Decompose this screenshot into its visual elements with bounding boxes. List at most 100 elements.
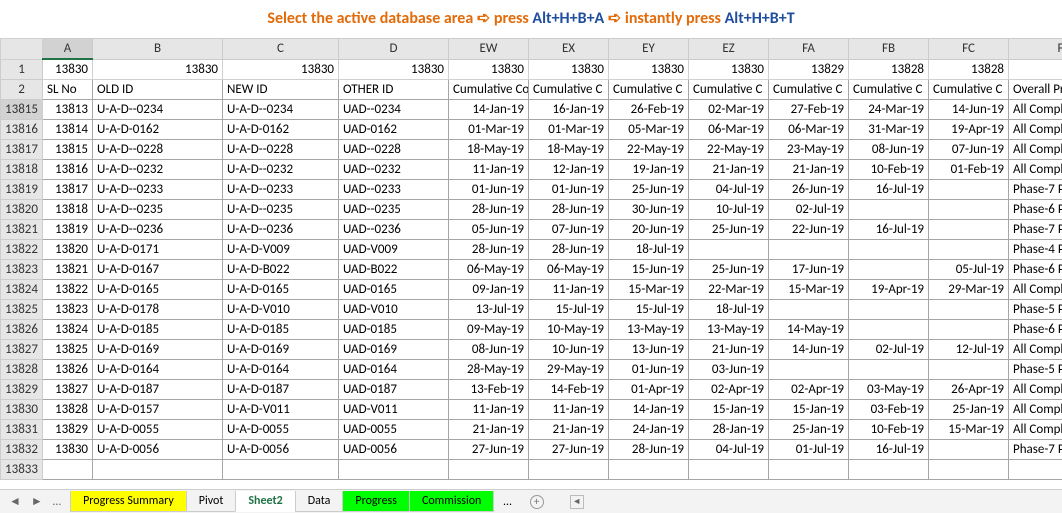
cell[interactable]: UAD-V009	[339, 240, 449, 260]
cell[interactable]: 06-May-19	[449, 260, 529, 280]
cell[interactable]: 13828	[43, 400, 93, 420]
cell[interactable]: 13815	[43, 140, 93, 160]
cell[interactable]: 11-Jan-19	[529, 280, 609, 300]
cell[interactable]: 14-May-19	[769, 320, 849, 340]
row-header[interactable]: 13819	[1, 180, 43, 200]
cell[interactable]	[43, 460, 93, 480]
cell[interactable]: 18-Jul-19	[609, 240, 689, 260]
cell[interactable]: 01-Mar-19	[449, 120, 529, 140]
cell[interactable]: U-A-D-0185	[93, 320, 223, 340]
cell[interactable]: 28-Jun-19	[609, 440, 689, 460]
cell[interactable]: 24-Mar-19	[849, 100, 929, 120]
cell[interactable]: 10-May-19	[529, 320, 609, 340]
cell[interactable]: 15-Mar-19	[929, 420, 1009, 440]
column-header[interactable]: B	[93, 39, 223, 60]
cell[interactable]: 25-Jun-19	[689, 260, 769, 280]
sheet-tab[interactable]: Data	[295, 491, 344, 512]
cell[interactable]: 05-Jul-19	[929, 260, 1009, 280]
cell[interactable]: Phase-4 Pending	[1009, 240, 1062, 260]
cell[interactable]: U-A-D--0228	[93, 140, 223, 160]
cell[interactable]: 03-Feb-19	[849, 400, 929, 420]
column-label-cell[interactable]: Cumulative C	[529, 80, 609, 100]
cell[interactable]: U-A-D-0185	[223, 320, 339, 340]
tab-nav-next-icon[interactable]: ►	[28, 494, 46, 509]
cell[interactable]	[929, 320, 1009, 340]
cell[interactable]: UAD-0187	[339, 380, 449, 400]
cell[interactable]: 01-Jul-19	[769, 440, 849, 460]
cell[interactable]: 01-Apr-19	[609, 380, 689, 400]
cell[interactable]: 05-Mar-19	[609, 120, 689, 140]
cell[interactable]: 25-Jan-19	[929, 400, 1009, 420]
cell[interactable]	[769, 460, 849, 480]
cell[interactable]	[929, 300, 1009, 320]
cell[interactable]: 21-Jan-19	[769, 160, 849, 180]
cell[interactable]: U-A-D--0232	[93, 160, 223, 180]
cell[interactable]: U-A-D--0233	[223, 180, 339, 200]
cell[interactable]	[929, 440, 1009, 460]
cell[interactable]: 19-Jan-19	[609, 160, 689, 180]
column-label-cell[interactable]: NEW ID	[223, 80, 339, 100]
cell[interactable]: 31-Mar-19	[849, 120, 929, 140]
cell[interactable]: UAD--0234	[339, 100, 449, 120]
sheet-tab[interactable]: Progress	[342, 491, 410, 512]
cell[interactable]: 13821	[43, 260, 93, 280]
cell[interactable]: 13-May-19	[689, 320, 769, 340]
cell[interactable]: 13824	[43, 320, 93, 340]
cell[interactable]: All Completed	[1009, 140, 1062, 160]
column-label-cell[interactable]: Cumulative C	[929, 80, 1009, 100]
cell[interactable]: 13830	[689, 59, 769, 80]
cell[interactable]: U-A-D-0157	[93, 400, 223, 420]
cell[interactable]: 26-Jun-19	[769, 180, 849, 200]
cell[interactable]	[689, 460, 769, 480]
row-header[interactable]: 13816	[1, 120, 43, 140]
column-label-cell[interactable]: OTHER ID	[339, 80, 449, 100]
cell[interactable]: 10-Feb-19	[849, 420, 929, 440]
cell[interactable]: 18-Jul-19	[689, 300, 769, 320]
row-header[interactable]: 13821	[1, 220, 43, 240]
row-header[interactable]: 13818	[1, 160, 43, 180]
cell[interactable]: 13830	[1009, 59, 1062, 80]
cell[interactable]: 07-Jun-19	[529, 220, 609, 240]
cell[interactable]: UAD-B022	[339, 260, 449, 280]
cell[interactable]: 15-Jun-19	[609, 260, 689, 280]
cell[interactable]	[849, 200, 929, 220]
cell[interactable]: 29-Mar-19	[929, 280, 1009, 300]
cell[interactable]: 14-Jan-19	[609, 400, 689, 420]
cell[interactable]: 01-Jun-19	[529, 180, 609, 200]
cell[interactable]: U-A-D-V010	[223, 300, 339, 320]
cell[interactable]: Phase-5 Pending	[1009, 300, 1062, 320]
cell[interactable]: 13-Feb-19	[449, 380, 529, 400]
cell[interactable]: U-A-D--0235	[93, 200, 223, 220]
column-label-cell[interactable]: Cumulative Co	[449, 80, 529, 100]
cell[interactable]: 25-Jan-19	[769, 420, 849, 440]
column-label-cell[interactable]: OLD ID	[93, 80, 223, 100]
cell[interactable]: All Completed	[1009, 340, 1062, 360]
cell[interactable]: 27-Jun-19	[529, 440, 609, 460]
cell[interactable]: Phase-7 Pending	[1009, 220, 1062, 240]
cell[interactable]: U-A-D-0055	[93, 420, 223, 440]
cell[interactable]: U-A-D--0235	[223, 200, 339, 220]
cell[interactable]: 06-Mar-19	[769, 120, 849, 140]
cell[interactable]: 06-Mar-19	[689, 120, 769, 140]
cell[interactable]: 09-Jan-19	[449, 280, 529, 300]
cell[interactable]: 13825	[43, 340, 93, 360]
cell[interactable]: 13827	[43, 380, 93, 400]
column-header[interactable]: EW	[449, 39, 529, 60]
cell[interactable]: U-A-D-0187	[223, 380, 339, 400]
cell[interactable]: 10-Feb-19	[849, 160, 929, 180]
cell[interactable]: 11-Jan-19	[529, 400, 609, 420]
cell[interactable]: 26-Feb-19	[609, 100, 689, 120]
column-header[interactable]: A	[43, 39, 93, 60]
cell[interactable]: 15-Mar-19	[769, 280, 849, 300]
column-header[interactable]: FD	[1009, 39, 1062, 60]
cell[interactable]: U-A-D-0171	[93, 240, 223, 260]
cell[interactable]: UAD-0162	[339, 120, 449, 140]
cell[interactable]: 15-Jan-19	[689, 400, 769, 420]
cell[interactable]: 27-Feb-19	[769, 100, 849, 120]
column-header[interactable]: EZ	[689, 39, 769, 60]
cell[interactable]	[929, 220, 1009, 240]
cell[interactable]: 01-Mar-19	[529, 120, 609, 140]
cell[interactable]: 28-Jan-19	[689, 420, 769, 440]
cell[interactable]: U-A-D--0236	[93, 220, 223, 240]
cell[interactable]: 13830	[43, 440, 93, 460]
